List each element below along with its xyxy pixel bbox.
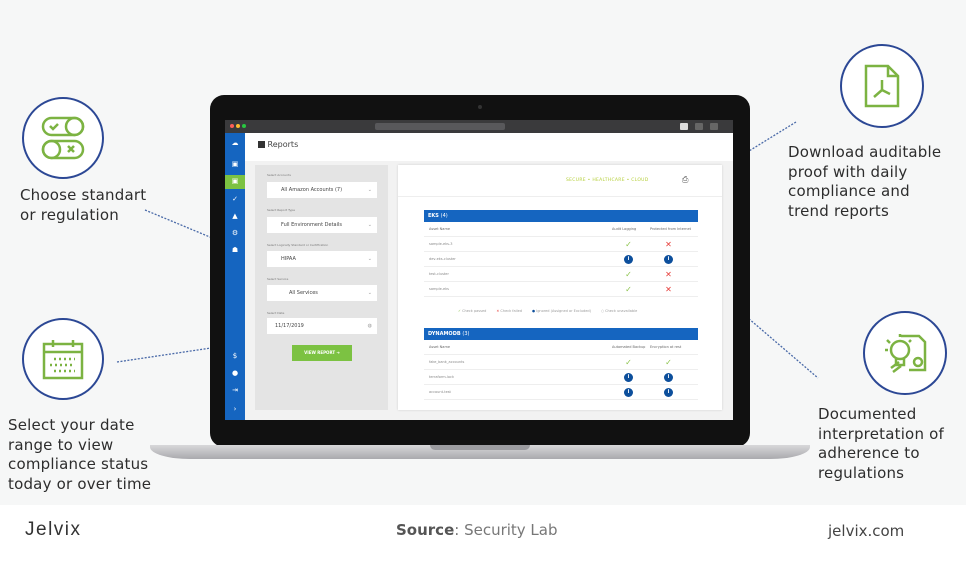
report-header: SECURE • HEALTHCARE • CLOUD ⎙ xyxy=(398,165,722,197)
asset-name: dev-eks-cluster xyxy=(429,257,456,261)
check-failed-icon: ✕ xyxy=(665,240,672,249)
ignored-info-icon: i xyxy=(664,255,673,264)
table-header: Asset Name Audit Logging Protected from In… xyxy=(424,222,698,237)
standard-value: HIPAA xyxy=(281,256,296,262)
jelvix-logo: Jelvix xyxy=(25,519,82,540)
address-bar[interactable] xyxy=(375,123,505,130)
service-label: Select Service xyxy=(267,277,289,281)
app-screen: ☁ ▣ ▣ ✓ ▲ ⚙ ☗ $ ● ⇥ › Reports Select Acc… xyxy=(225,120,733,420)
chevron-down-icon: ⌄ xyxy=(367,187,372,193)
chevron-down-icon: ⌄ xyxy=(367,222,372,228)
callout-documented: Documented interpretation of adherence to r… xyxy=(818,405,944,482)
browser-toolbar xyxy=(225,120,733,133)
alert-icon[interactable]: ▲ xyxy=(225,210,245,222)
check-passed-icon: ✓ xyxy=(625,285,632,294)
table-row[interactable]: sample-eks ✓ ✕ xyxy=(424,282,698,297)
ignored-info-icon: i xyxy=(624,373,633,382)
reports-page-icon xyxy=(258,141,265,148)
date-input[interactable]: 11/17/2019 ◍ xyxy=(267,318,377,334)
legend-item: ✕ Check failed xyxy=(496,309,522,313)
check-passed-icon: ✓ xyxy=(625,358,632,367)
reports-icon[interactable]: ▣ xyxy=(225,175,245,189)
page-header: Reports xyxy=(245,133,733,161)
chevron-down-icon: ⌄ xyxy=(367,256,372,262)
report-type-value: Full Environment Details xyxy=(281,222,342,228)
service-value: All Services xyxy=(289,290,318,296)
dynamodb-section-header: DYNAMODB (3) xyxy=(424,328,698,340)
ignored-info-icon: i xyxy=(664,388,673,397)
sidebar: ☁ ▣ ▣ ✓ ▲ ⚙ ☗ $ ● ⇥ › xyxy=(225,133,245,420)
pdf-file-icon xyxy=(840,44,924,128)
report-type-label: Select Report Type xyxy=(267,208,295,212)
standard-select[interactable]: HIPAA ⌄ xyxy=(267,251,377,267)
site-link[interactable]: jelvix.com xyxy=(828,522,904,540)
table-row[interactable]: test-cluster ✓ ✕ xyxy=(424,267,698,282)
asset-name: sample-eks xyxy=(429,287,449,291)
asset-name: account-test xyxy=(429,390,451,394)
expand-icon[interactable]: › xyxy=(225,403,245,415)
table-header: Asset Name Automated Backup Encryption at … xyxy=(424,340,698,355)
standard-label: Select Logically Standard or Certificati… xyxy=(267,243,329,247)
report-panel: SECURE • HEALTHCARE • CLOUD ⎙ EKS (4) As… xyxy=(398,165,722,410)
view-report-button[interactable]: VIEW REPORT ➔ xyxy=(292,345,352,361)
legend-item: ● Ignored (Assigned or Excluded) xyxy=(531,309,591,313)
callout-date: Select your date range to view compliance … xyxy=(8,416,152,493)
table-row[interactable]: terraform-lock i i xyxy=(424,370,698,385)
chevron-down-icon: ⌄ xyxy=(367,290,372,296)
toggle-switches-icon xyxy=(22,97,104,179)
footer: Jelvix Source: Security Lab jelvix.com xyxy=(0,505,966,568)
page-title: Reports xyxy=(267,140,299,149)
calendar-small-icon: ◍ xyxy=(367,323,372,329)
settings-icon[interactable]: ⚙ xyxy=(225,227,245,239)
ignored-info-icon: i xyxy=(624,255,633,264)
legend-item: ○ Check unavailable xyxy=(600,309,638,313)
tagline: SECURE • HEALTHCARE • CLOUD xyxy=(566,178,649,183)
logout-icon[interactable]: ⇥ xyxy=(225,384,245,396)
report-type-select[interactable]: Full Environment Details ⌄ xyxy=(267,217,377,233)
table-row[interactable]: dev-eks-cluster i i xyxy=(424,252,698,267)
check-passed-icon: ✓ xyxy=(625,270,632,279)
laptop-base xyxy=(150,445,810,459)
check-passed-icon: ✓ xyxy=(625,240,632,249)
asset-name: fake_bank_accounts xyxy=(429,360,465,364)
report-form: Select Accounts All Amazon Accounts (7) ⌄… xyxy=(255,165,388,410)
table-row[interactable]: sample-eks-3 ✓ ✕ xyxy=(424,237,698,252)
date-label: Select Date xyxy=(267,311,285,315)
billing-icon[interactable]: $ xyxy=(225,350,245,362)
service-select[interactable]: All Services ⌄ xyxy=(267,285,377,301)
check-passed-icon: ✓ xyxy=(665,358,672,367)
users-icon[interactable]: ☗ xyxy=(225,244,245,256)
cloud-logo-icon[interactable]: ☁ xyxy=(225,137,245,149)
table-row[interactable]: account-test i i xyxy=(424,385,698,400)
asset-name: sample-eks-3 xyxy=(429,242,453,246)
legend-item: ✓ Check passed xyxy=(458,309,487,313)
lightbulb-document-icon xyxy=(863,311,947,395)
ignored-info-icon: i xyxy=(664,373,673,382)
accounts-value: All Amazon Accounts (7) xyxy=(281,187,343,193)
check-icon[interactable]: ✓ xyxy=(225,193,245,205)
asset-name: terraform-lock xyxy=(429,375,454,379)
calendar-icon xyxy=(22,318,104,400)
print-icon[interactable]: ⎙ xyxy=(682,175,688,185)
camera xyxy=(478,105,482,109)
callout-download: Download auditable proof with daily compli… xyxy=(788,143,942,220)
eks-section-header: EKS (4) xyxy=(424,210,698,222)
ignored-info-icon: i xyxy=(624,388,633,397)
check-failed-icon: ✕ xyxy=(665,285,672,294)
source-credit: Source: Security Lab xyxy=(396,521,558,539)
date-value: 11/17/2019 xyxy=(275,323,304,329)
accounts-label: Select Accounts xyxy=(267,173,291,177)
accounts-select[interactable]: All Amazon Accounts (7) ⌄ xyxy=(267,182,377,198)
dashboard-icon[interactable]: ▣ xyxy=(225,158,245,170)
legend: ✓ Check passed ✕ Check failed ● Ignored … xyxy=(458,309,698,313)
check-failed-icon: ✕ xyxy=(665,270,672,279)
asset-name: test-cluster xyxy=(429,272,449,276)
table-row[interactable]: fake_bank_accounts ✓ ✓ xyxy=(424,355,698,370)
callout-standard: Choose standart or regulation xyxy=(20,186,147,224)
profile-icon[interactable]: ● xyxy=(225,367,245,379)
